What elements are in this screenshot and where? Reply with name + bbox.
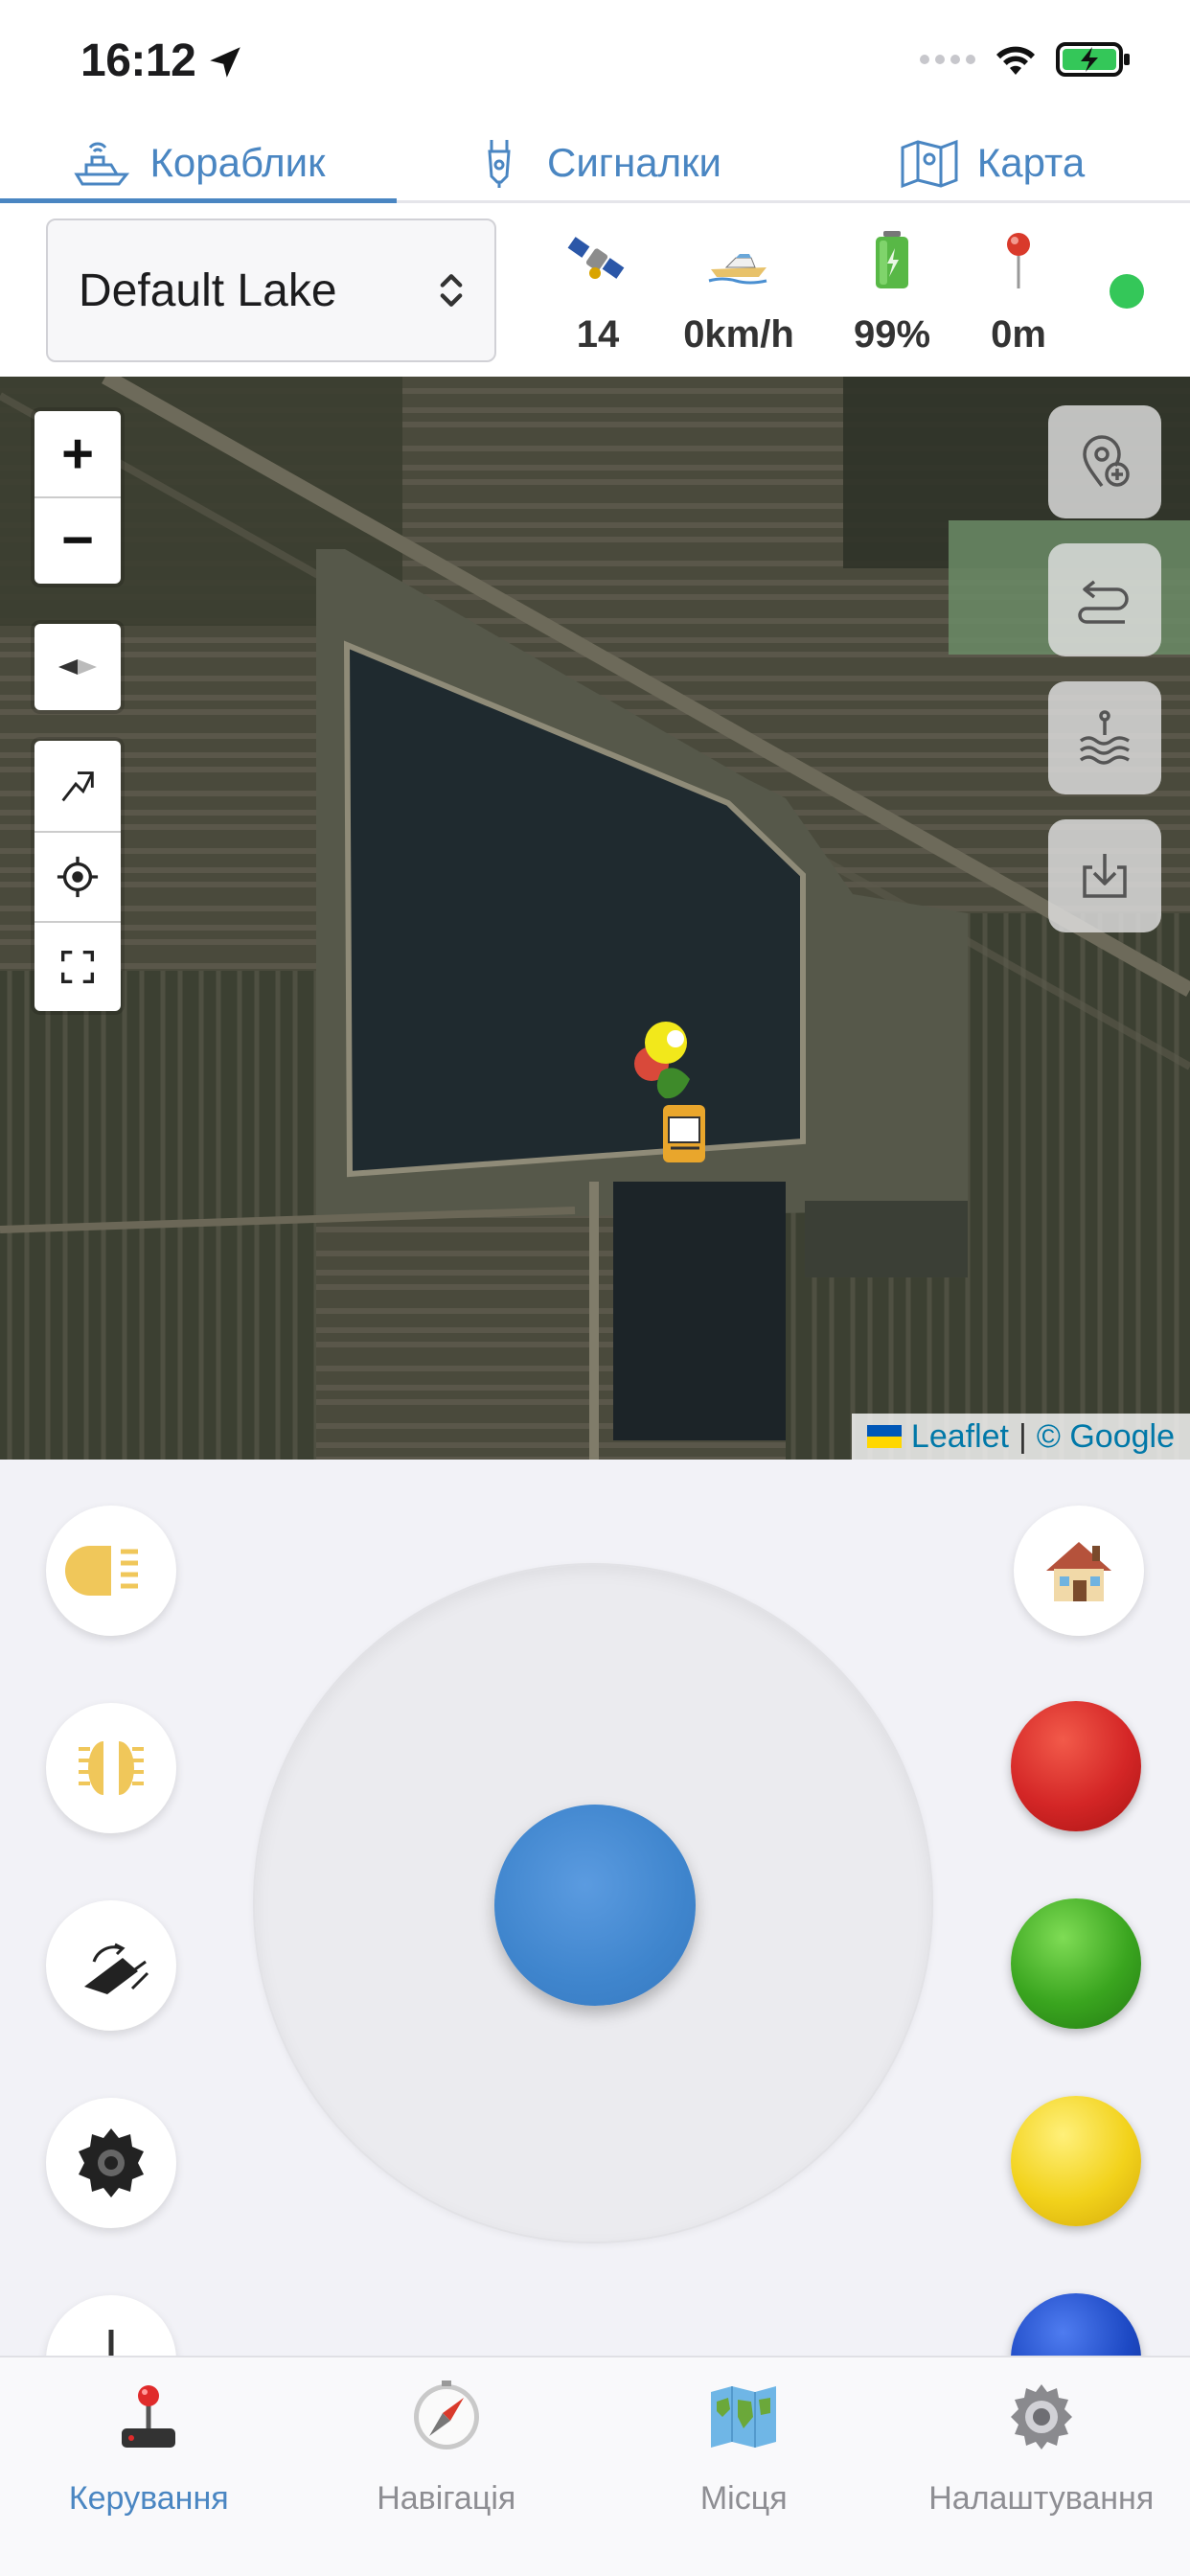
ruler-tool-button[interactable]	[34, 741, 121, 831]
headlight-button[interactable]	[46, 1506, 176, 1636]
boat-info-row: Default Lake 14 0km/h 99% 0m	[0, 206, 1190, 377]
tab-alarms-label: Сигналки	[546, 139, 721, 185]
boat-icon	[74, 142, 130, 185]
ukraine-flag-icon	[866, 1425, 902, 1448]
nav-control[interactable]: Керування	[0, 2358, 298, 2576]
add-point-button[interactable]	[1048, 405, 1161, 518]
lever-icon	[108, 2330, 114, 2356]
blue-marker-button[interactable]	[1011, 2293, 1141, 2356]
lake-select-value: Default Lake	[79, 264, 337, 316]
sprocket-icon	[79, 2128, 144, 2197]
world-map-icon	[711, 2386, 777, 2448]
route-loop-icon	[1078, 580, 1129, 624]
tab-boat[interactable]: Кораблик	[0, 125, 397, 203]
stat-speed: 0km/h	[662, 225, 815, 356]
parking-lights-icon	[79, 1741, 144, 1795]
bottom-tab-bar: Керування Навігація Місця Налаштування	[0, 2356, 1190, 2576]
status-bar: 16:12	[0, 0, 1190, 125]
nav-places-label: Місця	[699, 2480, 788, 2517]
satellites-value: 14	[576, 313, 620, 356]
zoom-in-button[interactable]: +	[34, 411, 121, 496]
nav-navigation-label: Навігація	[377, 2480, 516, 2517]
stat-satellites: 14	[521, 225, 675, 356]
location-arrow-icon	[210, 47, 240, 78]
control-panel	[0, 1460, 1190, 2356]
lake-select[interactable]: Default Lake	[46, 218, 496, 362]
chevron-updown-icon	[440, 274, 463, 307]
download-map-button[interactable]	[1048, 819, 1161, 932]
propeller-button[interactable]	[46, 2098, 176, 2228]
battery-charging-icon	[1056, 42, 1130, 77]
compass-icon	[413, 2380, 479, 2450]
attribution-separator: |	[1018, 1417, 1027, 1455]
zoom-control: + −	[34, 411, 121, 584]
map-icon	[901, 139, 958, 188]
map-view[interactable]: + − Leaflet | © Google	[0, 377, 1190, 1460]
speedboat-icon	[708, 254, 767, 285]
compass-rotate-button[interactable]	[34, 624, 121, 710]
download-icon	[1083, 854, 1127, 898]
nav-places[interactable]: Місця	[595, 2358, 893, 2576]
red-marker-button[interactable]	[1011, 1701, 1141, 1831]
nav-control-label: Керування	[68, 2480, 229, 2517]
crosshair-icon	[57, 856, 99, 898]
hopper-dump-icon	[84, 1943, 149, 1994]
wifi-icon	[996, 46, 1035, 75]
fullscreen-button[interactable]	[34, 921, 121, 1011]
google-link[interactable]: © Google	[1037, 1418, 1175, 1456]
measure-icon	[61, 771, 94, 802]
extra-control-button[interactable]	[46, 2295, 176, 2356]
tab-map[interactable]: Карта	[793, 125, 1190, 200]
home-button[interactable]	[1014, 1506, 1144, 1636]
headlight-icon	[65, 1546, 138, 1596]
cellular-signal-icon	[920, 55, 975, 64]
top-tab-bar: Кораблик Сигналки Карта	[0, 125, 1190, 203]
depth-sounder-button[interactable]	[1048, 681, 1161, 794]
boat-markers-cluster	[634, 1022, 705, 1162]
battery-icon	[876, 231, 908, 288]
connection-status-dot	[1110, 274, 1144, 309]
app-root: 16:12 Кораблик Сигналки Карта Default La…	[0, 0, 1190, 2576]
status-time: 16:12	[80, 35, 196, 86]
tab-map-label: Карта	[976, 139, 1086, 185]
pushpin-icon	[1007, 233, 1030, 288]
tab-boat-label: Кораблик	[149, 139, 326, 185]
return-route-button[interactable]	[1048, 543, 1161, 656]
tab-alarms[interactable]: Сигналки	[397, 125, 793, 200]
stat-distance: 0m	[942, 225, 1095, 356]
joystick-icon	[122, 2385, 176, 2448]
yellow-marker-button[interactable]	[1011, 2096, 1141, 2226]
satellite-map-imagery	[0, 377, 1190, 1460]
map-tool-group	[34, 741, 121, 1011]
nav-settings-label: Налаштування	[928, 2480, 1155, 2517]
map-attribution: Leaflet | © Google	[851, 1414, 1190, 1460]
bite-alarm-icon	[488, 139, 511, 188]
house-icon	[1046, 1542, 1111, 1601]
speed-value: 0km/h	[683, 313, 794, 356]
satellite-icon	[567, 237, 625, 279]
status-indicators	[920, 40, 1133, 79]
map-right-tools	[1048, 405, 1161, 932]
bait-drop-button[interactable]	[46, 1900, 176, 2031]
side-lights-button[interactable]	[46, 1703, 176, 1833]
nav-settings[interactable]: Налаштування	[893, 2358, 1190, 2576]
water-depth-icon	[1079, 710, 1130, 765]
compass-arrows-icon	[58, 659, 97, 675]
green-marker-button[interactable]	[1011, 1898, 1141, 2029]
location-add-icon	[1083, 435, 1130, 488]
joystick-knob[interactable]	[494, 1805, 696, 2006]
zoom-out-button[interactable]: −	[34, 496, 121, 582]
locate-me-button[interactable]	[34, 831, 121, 921]
distance-value: 0m	[991, 313, 1046, 356]
nav-navigation[interactable]: Навігація	[298, 2358, 596, 2576]
leaflet-link[interactable]: Leaflet	[911, 1418, 1009, 1456]
gear-icon	[1010, 2384, 1072, 2450]
fullscreen-icon	[60, 950, 95, 984]
